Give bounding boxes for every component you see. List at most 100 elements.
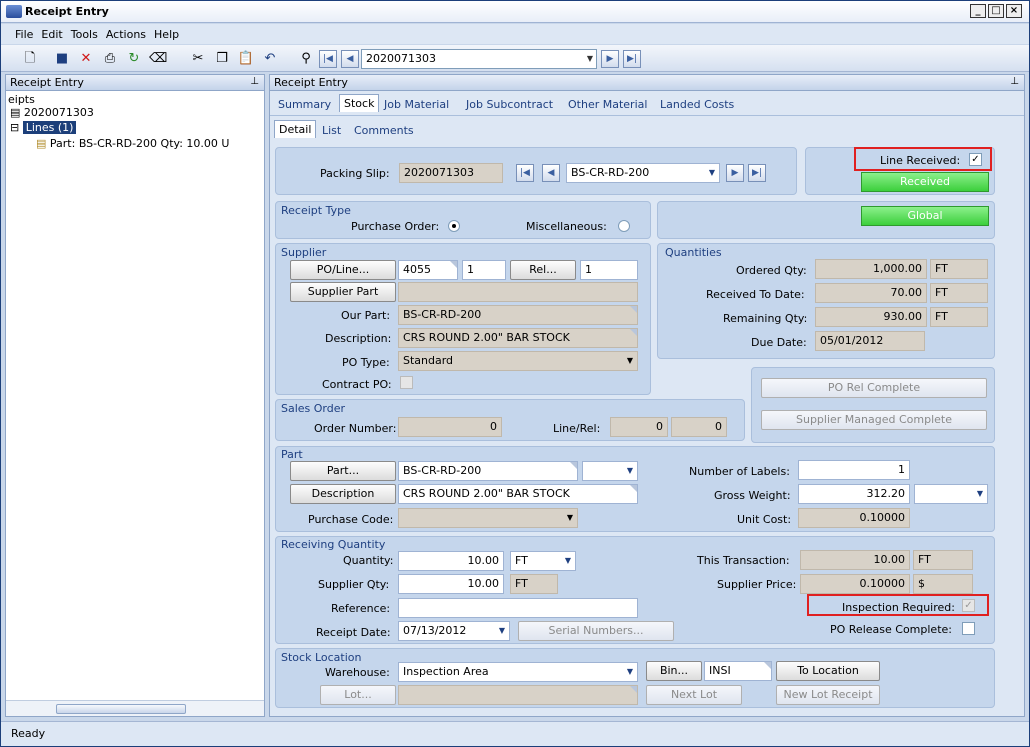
paste-icon[interactable]: 📋 [237, 50, 255, 68]
close-window-button[interactable]: × [1006, 4, 1022, 18]
description-button[interactable]: Description [290, 484, 396, 504]
reference-field[interactable] [398, 598, 638, 618]
serial-numbers-button[interactable]: Serial Numbers... [518, 621, 674, 641]
menu-actions[interactable]: Actions [102, 24, 150, 41]
purchase-order-label: Purchase Order: [351, 220, 440, 233]
po-line-field[interactable]: 1 [462, 260, 506, 280]
prev-line-icon[interactable]: ◀ [542, 164, 560, 182]
sales-order-title: Sales Order [281, 402, 346, 415]
number-of-labels-field[interactable]: 1 [798, 460, 910, 480]
po-line-button[interactable]: PO/Line... [290, 260, 396, 280]
quantity-uom-select[interactable]: FT ▼ [510, 551, 576, 571]
part-field[interactable]: BS-CR-RD-200 [398, 461, 578, 481]
clear-icon[interactable]: ⌫ [149, 50, 167, 68]
supplier-title: Supplier [281, 246, 327, 259]
first-line-icon[interactable]: |◀ [516, 164, 534, 182]
receipt-date-label: Receipt Date: [316, 626, 391, 639]
tree-item-receipt[interactable]: ▤ 2020071303 [10, 106, 94, 119]
lot-button[interactable]: Lot... [320, 685, 396, 705]
tree-item-receipts[interactable]: eipts [8, 93, 35, 106]
next-line-icon[interactable]: ▶ [726, 164, 744, 182]
purchase-code-label: Purchase Code: [308, 513, 394, 526]
release-field[interactable]: 1 [580, 260, 638, 280]
tree-item-lines[interactable]: ⊟ Lines (1) [10, 121, 77, 134]
last-line-icon[interactable]: ▶| [748, 164, 766, 182]
gross-weight-field[interactable]: 312.20 [798, 484, 910, 504]
bin-button[interactable]: Bin... [646, 661, 702, 681]
refresh-icon[interactable]: ↻ [125, 50, 143, 68]
tab-other-material[interactable]: Other Material [568, 98, 647, 111]
weight-uom-select[interactable]: ▼ [914, 484, 988, 504]
this-transaction-label: This Transaction: [697, 554, 790, 567]
cut-icon[interactable]: ✂ [189, 50, 207, 68]
chevron-down-icon: ▼ [976, 489, 983, 498]
first-record-icon[interactable]: |◀ [319, 50, 337, 68]
supplier-part-button[interactable]: Supplier Part [290, 282, 396, 302]
menu-tools[interactable]: Tools [67, 24, 102, 41]
menu-file[interactable]: File [1, 24, 37, 41]
tab-list[interactable]: List [322, 124, 341, 137]
next-lot-button[interactable]: Next Lot [646, 685, 742, 705]
supplier-managed-complete-button[interactable]: Supplier Managed Complete [761, 410, 987, 430]
search-icon[interactable]: ⚲ [297, 50, 315, 68]
tab-job-material[interactable]: Job Material [384, 98, 449, 111]
menu-help[interactable]: Help [150, 24, 183, 41]
part-panel: Part Part... BS-CR-RD-200 ▼ Description … [275, 446, 995, 532]
prev-record-icon[interactable]: ◀ [341, 50, 359, 68]
last-record-icon[interactable]: ▶| [623, 50, 641, 68]
po-type-select: Standard ▼ [398, 351, 638, 371]
received-button[interactable]: Received [861, 172, 989, 192]
tab-detail[interactable]: Detail [274, 120, 317, 138]
next-record-icon[interactable]: ▶ [601, 50, 619, 68]
to-location-button[interactable]: To Location [776, 661, 880, 681]
save-icon[interactable]: ■ [53, 50, 71, 68]
new-lot-receipt-button[interactable]: New Lot Receipt [776, 685, 880, 705]
menu-bar: File Edit Tools Actions Help [1, 24, 1029, 44]
bin-field[interactable]: INSI [704, 661, 772, 681]
record-select[interactable]: 2020071303 ▼ [361, 49, 597, 69]
tab-summary[interactable]: Summary [278, 98, 331, 111]
po-rel-complete-button[interactable]: PO Rel Complete [761, 378, 987, 398]
ordered-uom-field: FT [930, 259, 988, 279]
part-button[interactable]: Part... [290, 461, 396, 481]
tab-stock[interactable]: Stock [339, 94, 380, 112]
tab-job-subcontract[interactable]: Job Subcontract [466, 98, 553, 111]
line-part-select[interactable]: BS-CR-RD-200 ▼ [566, 163, 720, 183]
pin-icon[interactable]: ⊥ [1010, 76, 1019, 87]
new-icon[interactable]: 🗋 [21, 50, 39, 68]
supplier-qty-field[interactable]: 10.00 [398, 574, 504, 594]
tree-item-part-line[interactable]: ▤ Part: BS-CR-RD-200 Qty: 10.00 U [36, 137, 229, 150]
part-description-field[interactable]: CRS ROUND 2.00" BAR STOCK [398, 484, 638, 504]
purchase-order-radio[interactable] [448, 220, 460, 232]
release-button[interactable]: Rel... [510, 260, 576, 280]
stock-location-title: Stock Location [281, 651, 362, 664]
ordered-qty-field: 1,000.00 [815, 259, 927, 279]
copy-icon[interactable]: ❐ [213, 50, 231, 68]
remaining-qty-field: 930.00 [815, 307, 927, 327]
po-release-complete-checkbox[interactable] [962, 622, 975, 635]
po-type-label: PO Type: [342, 356, 390, 369]
global-button[interactable]: Global [861, 206, 989, 226]
packing-slip-label: Packing Slip: [320, 167, 390, 180]
menu-edit[interactable]: Edit [37, 24, 66, 41]
part-title: Part [281, 448, 303, 461]
tab-landed-costs[interactable]: Landed Costs [660, 98, 734, 111]
warehouse-select[interactable]: Inspection Area ▼ [398, 662, 638, 682]
tab-comments[interactable]: Comments [354, 124, 414, 137]
pin-icon[interactable]: ⊥ [250, 76, 259, 87]
miscellaneous-radio[interactable] [618, 220, 630, 232]
print-icon[interactable]: ⎙ [101, 50, 119, 68]
quantity-field[interactable]: 10.00 [398, 551, 504, 571]
po-number-field[interactable]: 4055 [398, 260, 458, 280]
tree-horizontal-scrollbar[interactable] [6, 700, 264, 716]
order-number-label: Order Number: [314, 422, 397, 435]
part-revision-select[interactable]: ▼ [582, 461, 638, 481]
receipt-date-picker[interactable]: 07/13/2012 ▼ [398, 621, 510, 641]
minimize-button[interactable]: _ [970, 4, 986, 18]
undo-icon[interactable]: ↶ [261, 50, 279, 68]
maximize-button[interactable]: □ [988, 4, 1004, 18]
chevron-down-icon: ▼ [626, 667, 633, 676]
scrollbar-thumb[interactable] [56, 704, 186, 714]
unit-cost-label: Unit Cost: [737, 513, 792, 526]
delete-icon[interactable]: ✕ [77, 50, 95, 68]
